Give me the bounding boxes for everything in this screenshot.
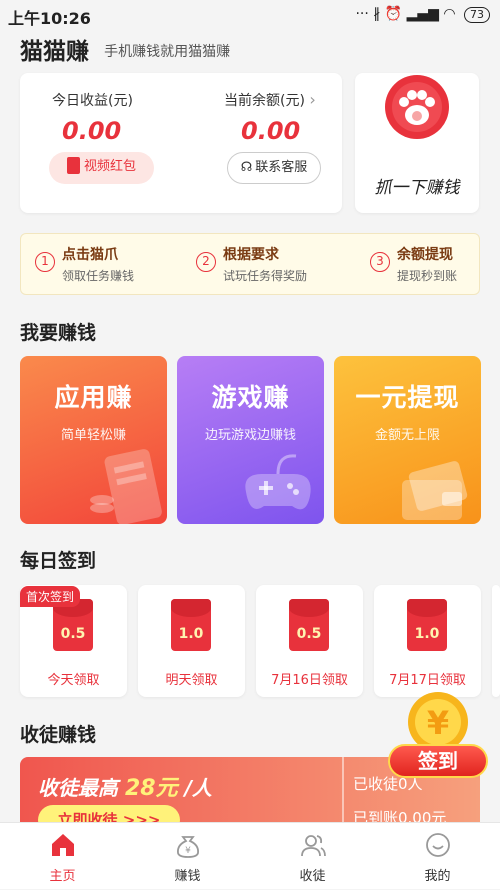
floating-signin-button[interactable]: ¥ 签到 bbox=[388, 690, 488, 786]
tab-disciples[interactable]: 收徒 bbox=[250, 823, 375, 890]
red-packet-icon bbox=[66, 157, 80, 174]
balance-label-text: 当前余额(元) bbox=[224, 93, 305, 109]
signin-day-next bbox=[492, 585, 500, 697]
earnings-card: 今日收益(元) 0.00 当前余额(元) › 0.00 视频红包 ☊ 联系客服 bbox=[20, 73, 342, 213]
grab-to-earn-card[interactable]: 抓一下赚钱 bbox=[355, 73, 479, 213]
signin-day-4[interactable]: 1.0 7月17日领取 bbox=[374, 585, 481, 697]
video-red-packet-button[interactable]: 视频红包 bbox=[49, 152, 154, 184]
tile-subtitle: 边玩游戏边赚钱 bbox=[204, 428, 296, 443]
app-header: 猫猫赚 手机赚钱就用猫猫赚 bbox=[20, 32, 231, 65]
step-number: 2 bbox=[196, 252, 216, 272]
users-icon bbox=[301, 835, 326, 857]
tab-label: 赚钱 bbox=[174, 869, 201, 884]
tab-earn[interactable]: ¥ 赚钱 bbox=[125, 823, 250, 890]
tile-name: 应用赚 bbox=[54, 383, 133, 412]
svg-text:¥: ¥ bbox=[427, 704, 449, 742]
app-earn-tile[interactable]: 应用赚 简单轻松赚 bbox=[20, 356, 167, 524]
step-desc: 提现秒到账 bbox=[397, 269, 458, 283]
step-number: 3 bbox=[370, 252, 390, 272]
tile-subtitle: 简单轻松赚 bbox=[60, 428, 126, 443]
signin-day-label: 今天领取 bbox=[47, 673, 100, 688]
wallet-icon bbox=[402, 461, 468, 520]
step-number: 1 bbox=[35, 252, 55, 272]
contact-service-button[interactable]: ☊ 联系客服 bbox=[227, 152, 321, 184]
invite-section-title: 收徒赚钱 bbox=[20, 724, 97, 746]
today-earnings-label: 今日收益(元) bbox=[52, 93, 133, 109]
battery-icon: 73 bbox=[464, 7, 490, 23]
earn-section-title: 我要赚钱 bbox=[20, 322, 97, 344]
status-icons: ··· ∦ ⏰ ▂▄▆ ◠ 73 bbox=[355, 6, 490, 23]
app-title: 猫猫赚 bbox=[20, 39, 89, 65]
signin-section-title: 每日签到 bbox=[20, 550, 97, 572]
home-icon bbox=[52, 834, 74, 856]
steps-banner: 1 点击猫爪 领取任务赚钱 2 根据要求 试玩任务得奖励 3 余额提现 提现秒到… bbox=[20, 233, 480, 295]
step-desc: 试玩任务得奖励 bbox=[223, 269, 308, 283]
tab-home[interactable]: 主页 bbox=[0, 823, 125, 890]
tile-subtitle: 金额无上限 bbox=[374, 428, 440, 443]
headset-icon: ☊ bbox=[240, 160, 253, 175]
step-desc: 领取任务赚钱 bbox=[62, 269, 135, 283]
signin-day-label: 明天领取 bbox=[165, 673, 218, 688]
signin-day-label: 7月16日领取 bbox=[271, 673, 348, 688]
invite-headline-amount: 28元 bbox=[124, 776, 178, 801]
invite-headline-b: /人 bbox=[184, 776, 212, 800]
app-subtitle: 手机赚钱就用猫猫赚 bbox=[104, 44, 231, 60]
phone-illustration-icon bbox=[90, 449, 162, 524]
signin-day-label: 7月17日领取 bbox=[389, 673, 466, 688]
signin-day-2[interactable]: 1.0 明天领取 bbox=[138, 585, 245, 697]
signin-amount: 1.0 bbox=[178, 626, 204, 642]
red-envelope-icon: 1.0 bbox=[407, 599, 447, 651]
tab-me[interactable]: 我的 bbox=[375, 823, 500, 890]
signin-amount: 1.0 bbox=[414, 626, 440, 642]
status-bar: 上午10:26 ··· ∦ ⏰ ▂▄▆ ◠ 73 bbox=[0, 0, 500, 30]
status-indicators-icon: ··· ∦ ⏰ ▂▄▆ ◠ bbox=[355, 6, 456, 22]
first-signin-tag: 首次签到 bbox=[20, 586, 81, 607]
red-envelope-icon: 1.0 bbox=[171, 599, 211, 651]
grab-to-earn-label: 抓一下赚钱 bbox=[374, 178, 460, 198]
battery-level: 73 bbox=[470, 8, 484, 21]
signin-day-3[interactable]: 0.5 7月16日领取 bbox=[256, 585, 363, 697]
signin-amount: 0.5 bbox=[60, 626, 86, 642]
chevron-right-icon: › bbox=[309, 90, 316, 109]
status-time: 上午10:26 bbox=[8, 9, 91, 28]
cat-paw-icon bbox=[385, 75, 449, 139]
svg-text:¥: ¥ bbox=[185, 846, 191, 856]
smiley-icon bbox=[426, 833, 450, 857]
step-title: 余额提现 bbox=[397, 247, 453, 263]
tab-label: 我的 bbox=[424, 869, 451, 884]
today-earnings-value: 0.00 bbox=[62, 117, 122, 145]
step-title: 点击猫爪 bbox=[62, 247, 118, 263]
signin-amount: 0.5 bbox=[296, 626, 322, 642]
red-envelope-icon: 0.5 bbox=[289, 599, 329, 651]
step-title: 根据要求 bbox=[223, 247, 279, 263]
gamepad-icon bbox=[245, 454, 311, 510]
tile-name: 一元提现 bbox=[355, 383, 460, 412]
invite-headline: 收徒最高 28元 /人 bbox=[38, 770, 212, 802]
money-bag-icon: ¥ bbox=[177, 836, 199, 858]
floating-signin-label: 签到 bbox=[388, 744, 488, 778]
tab-label: 主页 bbox=[49, 869, 76, 884]
bottom-tab-bar: 主页 ¥ 赚钱 收徒 我的 bbox=[0, 822, 500, 889]
balance-value: 0.00 bbox=[241, 117, 301, 145]
cash-withdraw-tile[interactable]: 一元提现 金额无上限 bbox=[334, 356, 481, 524]
invite-headline-a: 收徒最高 bbox=[38, 776, 118, 800]
game-earn-tile[interactable]: 游戏赚 边玩游戏边赚钱 bbox=[177, 356, 324, 524]
video-red-packet-label: 视频红包 bbox=[83, 159, 136, 174]
contact-service-label: 联系客服 bbox=[255, 160, 308, 175]
tile-name: 游戏赚 bbox=[211, 383, 290, 412]
tab-label: 收徒 bbox=[299, 869, 326, 884]
balance-label[interactable]: 当前余额(元) › bbox=[224, 90, 316, 110]
